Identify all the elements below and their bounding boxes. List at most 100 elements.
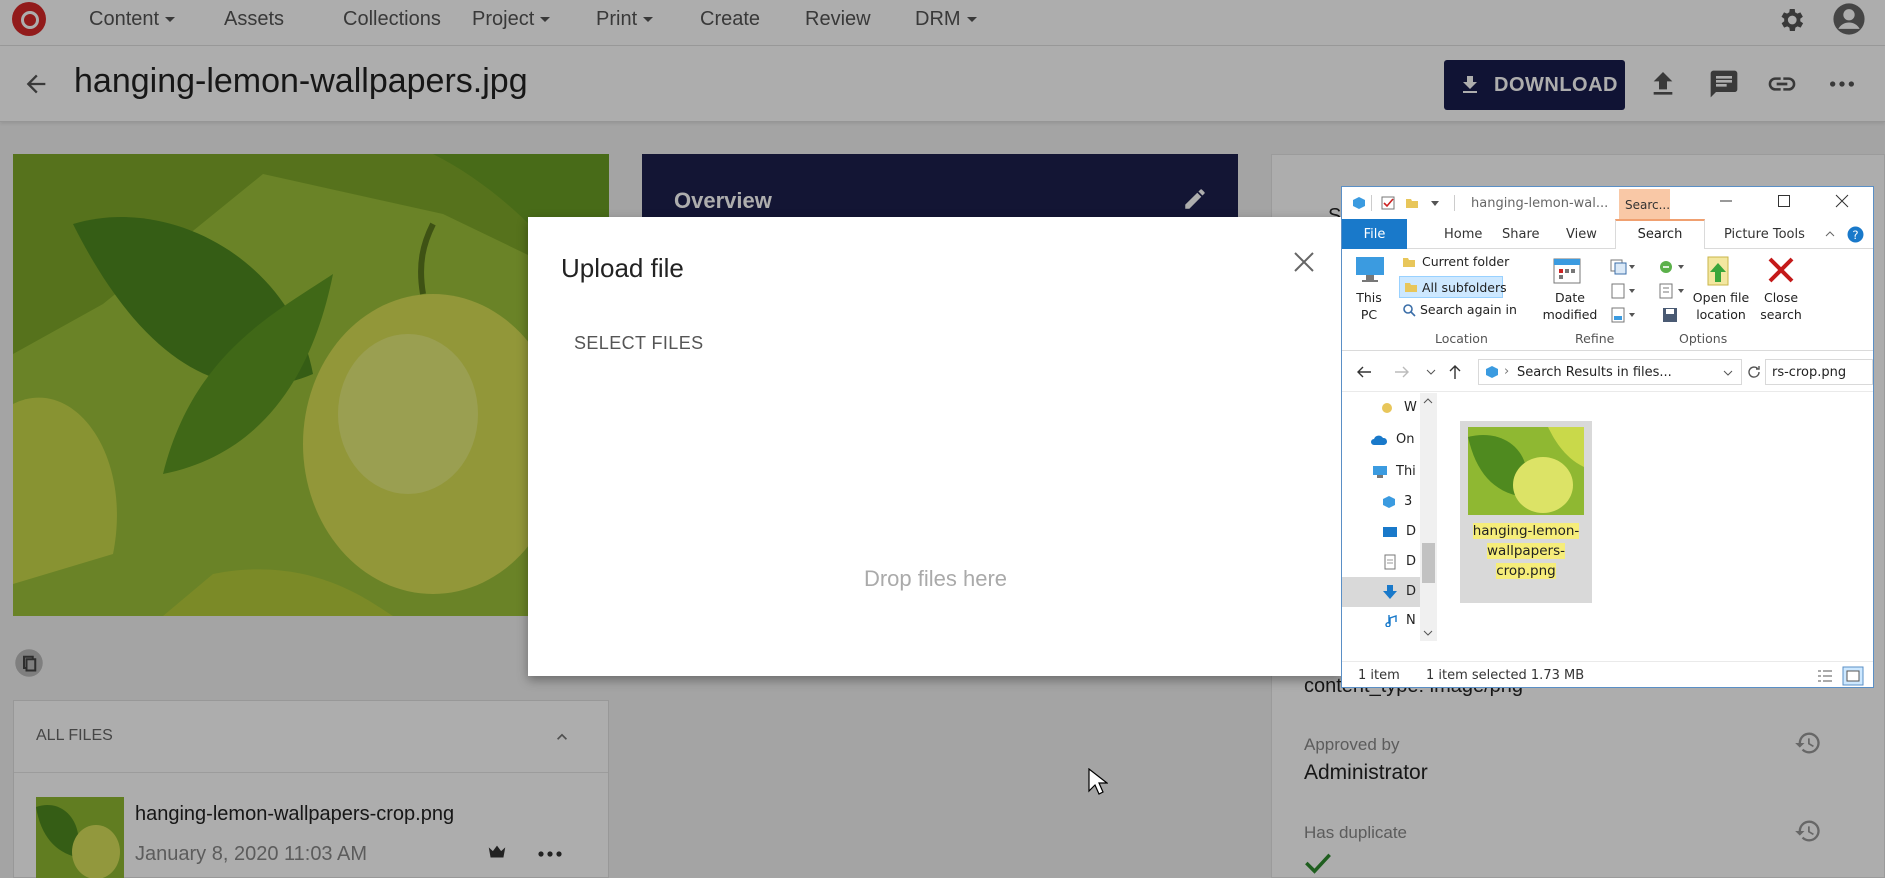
search-box[interactable]: rs-crop.png [1765,359,1873,385]
nav-pane-item[interactable]: Thi [1342,457,1420,487]
desktop-icon [1383,527,1397,537]
nav-pane-label: D [1406,554,1417,569]
address-bar[interactable]: › Search Results in files... [1478,359,1742,385]
collapse-ribbon-icon[interactable] [1824,228,1836,240]
tab-share[interactable]: Share [1502,227,1540,242]
title-divider [1371,195,1372,211]
recent-searches-icon[interactable] [1658,259,1686,275]
file-name-line: wallpapers- [1487,543,1565,559]
nav-pane-item[interactable]: 3 [1342,487,1420,517]
nav-pane-item-selected[interactable]: D [1342,577,1420,607]
this-pc-button[interactable]: This PC [1350,255,1388,325]
downloads-icon [1383,585,1397,599]
nav-pane-label: 3 [1404,494,1413,509]
item-count: 1 item [1358,668,1400,683]
current-folder-label: Current folder [1422,254,1510,269]
nav-pane-item[interactable]: W [1342,393,1420,423]
folder-icon [1403,258,1415,267]
selection-info: 1 item selected 1.73 MB [1426,668,1585,683]
address-row: › Search Results in files... rs-crop.png [1342,352,1873,392]
drop-zone[interactable]: Drop files here [528,566,1343,592]
new-folder-icon[interactable] [1405,196,1419,210]
scroll-down-icon[interactable] [1423,629,1433,637]
nav-pane-label: N [1406,613,1416,627]
search-context-tab: Searc... [1619,189,1670,219]
nav-pane-item[interactable]: D [1342,547,1420,577]
help-icon[interactable]: ? [1847,226,1864,243]
date-modified-button[interactable]: Date modified [1542,255,1597,325]
explorer-window-title: hanging-lemon-wal... [1471,196,1609,211]
search-result-file[interactable]: hanging-lemon- wallpapers- crop.png [1460,421,1592,603]
tab-file[interactable]: File [1342,219,1407,249]
ribbon-tabs: File Home Share View Search Picture Tool… [1342,219,1873,250]
lemon-preview [1468,427,1584,515]
status-bar: 1 item 1 item selected 1.73 MB [1342,661,1873,687]
this-pc-label: This PC [1356,290,1382,322]
nav-pane-item[interactable]: On [1342,425,1420,455]
mouse-cursor-icon [1088,768,1108,795]
onedrive-icon [1371,435,1388,445]
all-subfolders-label: All subfolders [1422,280,1507,295]
file-thumbnail-image [1468,427,1584,515]
all-subfolders-button[interactable]: All subfolders [1399,276,1507,298]
address-text: Search Results in files... [1517,365,1672,380]
advanced-options-icon[interactable] [1658,283,1686,299]
nav-pane-label: D [1406,584,1417,599]
details-view-icon[interactable] [1816,668,1834,684]
close-search-label: Close search [1760,290,1802,322]
nav-pane-item[interactable]: D [1342,517,1420,547]
large-icons-view-icon[interactable] [1842,666,1864,686]
save-search-icon[interactable] [1662,307,1680,323]
file-name-line: hanging-lemon- [1472,523,1580,539]
weather-folder-icon [1382,403,1392,413]
maximize-icon[interactable] [1776,193,1792,209]
cube-icon [1353,197,1365,209]
other-properties-icon[interactable] [1610,307,1636,323]
back-icon[interactable] [1356,365,1372,379]
calendar-icon [1553,258,1581,284]
title-divider [1454,195,1455,211]
scrollbar-thumb[interactable] [1422,543,1435,583]
tab-picture-tools[interactable]: Picture Tools [1724,227,1805,242]
refine-group-label: Refine [1575,331,1615,346]
tab-search[interactable]: Search [1615,219,1705,250]
forward-icon[interactable] [1394,365,1410,379]
select-files-button[interactable]: SELECT FILES [574,333,704,354]
computer-icon [1356,257,1384,282]
file-explorer-window: hanging-lemon-wal... Searc... File Home … [1341,186,1874,688]
nav-pane-scrollbar[interactable] [1420,393,1437,641]
refresh-icon[interactable] [1746,364,1762,380]
options-group-label: Options [1679,331,1728,346]
current-folder-button[interactable]: Current folder [1402,253,1512,273]
explorer-title-bar[interactable]: hanging-lemon-wal... Searc... [1342,187,1873,219]
nav-pane-label: D [1406,524,1417,539]
size-icon[interactable] [1610,283,1636,299]
scroll-up-icon[interactable] [1423,397,1433,405]
properties-icon[interactable] [1381,196,1395,210]
tab-home[interactable]: Home [1444,227,1482,242]
kind-icon[interactable] [1610,259,1636,275]
search-again-label: Search again in [1420,302,1517,317]
date-modified-label: Date modified [1542,290,1598,322]
qat-dropdown-icon[interactable] [1428,196,1442,210]
up-arrow-icon[interactable] [1448,364,1462,380]
tab-view[interactable]: View [1566,227,1597,242]
close-search-button[interactable]: Close search [1756,255,1806,325]
search-ribbon: This PC Current folder All subfolders Se… [1342,249,1873,351]
nav-pane-label: On [1396,432,1415,447]
search-again-button[interactable]: Search again in [1402,301,1524,321]
dialog-title: Upload file [561,253,684,283]
search-box-text: rs-crop.png [1772,365,1847,380]
documents-icon [1384,554,1396,570]
recent-locations-icon[interactable] [1426,368,1436,376]
close-icon[interactable] [1293,251,1315,273]
open-file-location-label: Open file location [1692,290,1750,322]
nav-pane-item[interactable]: N [1342,607,1420,627]
breadcrumb-separator-icon: › [1504,364,1510,379]
minimize-icon[interactable] [1718,193,1734,209]
svg-text:?: ? [1852,228,1858,242]
open-file-location-button[interactable]: Open file location [1692,255,1750,325]
window-close-icon[interactable] [1834,193,1850,209]
address-dropdown-icon[interactable] [1723,369,1733,377]
file-name-line: crop.png [1496,563,1556,579]
